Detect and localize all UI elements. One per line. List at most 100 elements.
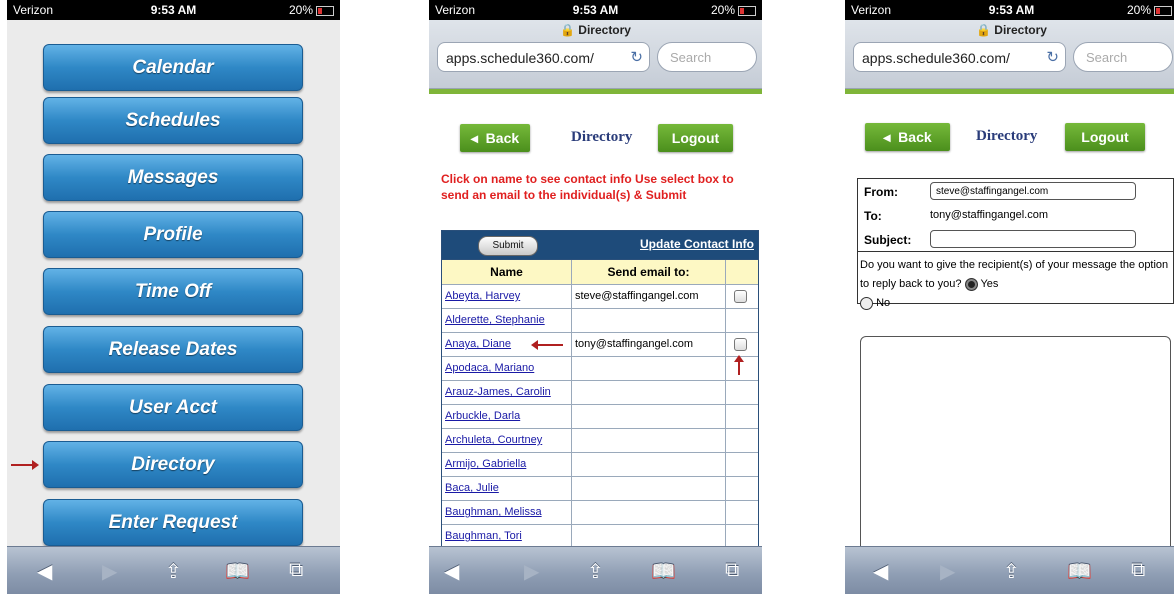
back-arrow-icon: ◂ — [470, 130, 478, 146]
email-form: From: steve@staffingangel.com To: tony@s… — [857, 178, 1174, 310]
browser-title: 🔒 Directory — [845, 23, 1174, 37]
menu-schedules-button[interactable]: Schedules — [43, 97, 303, 144]
url-field[interactable]: apps.schedule360.com/ ↻ — [853, 42, 1066, 72]
safari-toolbar: ◀ ▶ ⇪ 📖 ⧉ — [7, 546, 340, 594]
battery-indicator: 20% — [1127, 3, 1172, 17]
contact-name-link[interactable]: Abeyta, Harvey — [445, 290, 520, 302]
select-cell — [726, 285, 758, 308]
menu-user-acct-button[interactable]: User Acct — [43, 384, 303, 431]
table-row: Anaya, Diane tony@staffingangel.com — [442, 332, 758, 356]
contact-name-link[interactable]: Alderette, Stephanie — [445, 314, 545, 326]
battery-icon — [738, 5, 756, 16]
search-input[interactable]: Search — [657, 42, 757, 72]
subject-label: Subject: — [864, 233, 912, 247]
menu-time-off-button[interactable]: Time Off — [43, 268, 303, 315]
tab-title: Directory — [994, 23, 1047, 37]
select-cell — [726, 429, 758, 452]
instructions-text: Click on name to see contact info Use se… — [441, 172, 734, 202]
email-cell — [572, 357, 726, 380]
tabs-icon[interactable]: ⧉ — [1131, 559, 1145, 582]
col-name-header: Name — [442, 260, 572, 284]
menu-release-dates-button[interactable]: Release Dates — [43, 326, 303, 373]
name-cell: Arauz-James, Carolin — [442, 381, 572, 404]
to-label: To: — [864, 209, 882, 223]
table-toolbar: Submit Update Contact Info — [442, 231, 758, 259]
table-row: Abeyta, Harvey steve@staffingangel.com — [442, 284, 758, 308]
select-cell — [726, 501, 758, 524]
submit-button[interactable]: Submit — [478, 236, 538, 256]
from-label: From: — [864, 185, 898, 199]
yes-radio[interactable] — [964, 277, 978, 291]
url-field[interactable]: apps.schedule360.com/ ↻ — [437, 42, 650, 72]
send-email-checkbox[interactable] — [734, 338, 747, 351]
logout-button[interactable]: Logout — [658, 124, 733, 152]
col-email-header: Send email to: — [572, 260, 726, 284]
back-button[interactable]: ◂ Back — [460, 124, 530, 152]
forward-icon[interactable]: ▶ — [524, 559, 539, 584]
back-button[interactable]: ◂ Back — [865, 123, 950, 151]
logout-button[interactable]: Logout — [1065, 123, 1145, 151]
red-arrow-annotation — [11, 460, 39, 470]
share-icon[interactable]: ⇪ — [165, 559, 182, 584]
no-radio[interactable] — [860, 296, 873, 310]
battery-percent: 20% — [1126, 3, 1151, 17]
back-icon[interactable]: ◀ — [873, 559, 888, 584]
tabs-icon[interactable]: ⧉ — [289, 559, 303, 582]
no-label: No — [876, 297, 891, 309]
share-icon[interactable]: ⇪ — [587, 559, 604, 584]
contact-name-link[interactable]: Baughman, Tori — [445, 530, 522, 542]
send-email-checkbox[interactable] — [734, 290, 747, 303]
menu-messages-button[interactable]: Messages — [43, 154, 303, 201]
contact-name-link[interactable]: Anaya, Diane — [445, 338, 511, 350]
subject-field[interactable] — [930, 230, 1136, 248]
contact-name-link[interactable]: Armijo, Gabriella — [445, 458, 526, 470]
update-contact-link[interactable]: Update Contact Info — [640, 237, 754, 251]
contact-name-link[interactable]: Arauz-James, Carolin — [445, 386, 551, 398]
menu-calendar-button[interactable]: Calendar — [43, 44, 303, 91]
clock: 9:53 AM — [988, 3, 1035, 17]
lock-icon: 🔒 — [976, 23, 991, 37]
email-cell — [572, 453, 726, 476]
menu-profile-button[interactable]: Profile — [43, 211, 303, 258]
back-icon[interactable]: ◀ — [444, 559, 459, 584]
select-cell — [726, 405, 758, 428]
forward-icon[interactable]: ▶ — [102, 559, 117, 584]
contact-name-link[interactable]: Baughman, Melissa — [445, 506, 542, 518]
back-arrow-icon: ◂ — [883, 129, 891, 145]
name-cell: Arbuckle, Darla — [442, 405, 572, 428]
share-icon[interactable]: ⇪ — [1003, 559, 1020, 584]
name-cell: Abeyta, Harvey — [442, 285, 572, 308]
bookmarks-icon[interactable]: 📖 — [1067, 559, 1092, 584]
select-cell — [726, 333, 758, 356]
red-arrow-annotation — [734, 355, 744, 375]
reload-icon[interactable]: ↻ — [1046, 43, 1059, 71]
table-row: Apodaca, Mariano — [442, 355, 758, 380]
name-cell: Anaya, Diane — [442, 333, 572, 356]
menu-directory-button[interactable]: Directory — [43, 441, 303, 488]
search-input[interactable]: Search — [1073, 42, 1173, 72]
table-row: Archuleta, Courtney — [442, 428, 758, 452]
email-cell — [572, 309, 726, 332]
message-textarea[interactable] — [860, 336, 1171, 547]
contact-name-link[interactable]: Apodaca, Mariano — [445, 362, 534, 374]
forward-icon[interactable]: ▶ — [940, 559, 955, 584]
reload-icon[interactable]: ↻ — [630, 43, 643, 71]
back-label: Back — [485, 130, 520, 146]
safari-toolbar: ◀ ▶ ⇪ 📖 ⧉ — [429, 546, 762, 594]
bookmarks-icon[interactable]: 📖 — [651, 559, 676, 584]
table-row: Baughman, Tori — [442, 524, 758, 547]
select-cell — [726, 525, 758, 547]
bookmarks-icon[interactable]: 📖 — [225, 559, 250, 584]
phone-menu-screen: Verizon 9:53 AM 20% Calendar Schedules M… — [7, 0, 340, 594]
back-icon[interactable]: ◀ — [37, 559, 52, 584]
contact-name-link[interactable]: Archuleta, Courtney — [445, 434, 542, 446]
tabs-icon[interactable]: ⧉ — [725, 559, 739, 582]
menu-enter-request-button[interactable]: Enter Request — [43, 499, 303, 546]
email-cell: tony@staffingangel.com — [572, 333, 726, 356]
battery-icon — [1154, 5, 1172, 16]
table-header: Name Send email to: — [442, 259, 758, 284]
from-field[interactable]: steve@staffingangel.com — [930, 182, 1136, 200]
phone-directory-screen: Verizon 9:53 AM 20% 🔒 Directory apps.sch… — [429, 0, 762, 594]
contact-name-link[interactable]: Baca, Julie — [445, 482, 499, 494]
contact-name-link[interactable]: Arbuckle, Darla — [445, 410, 520, 422]
